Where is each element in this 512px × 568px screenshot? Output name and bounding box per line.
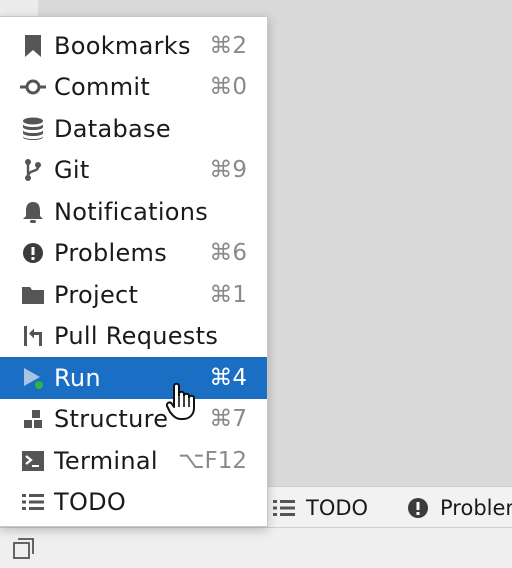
problems-tool-button[interactable]: Problen (406, 496, 512, 520)
bookmark-icon (20, 33, 46, 59)
problems-icon (406, 496, 430, 520)
menu-item-label: Pull Requests (54, 322, 219, 351)
menu-item-label: Notifications (54, 197, 209, 226)
problems-tool-label: Problen (440, 496, 512, 520)
pull-request-icon (20, 323, 46, 349)
hand-pointer-cursor-icon (165, 381, 199, 421)
menu-item-label: Project (54, 280, 139, 309)
problems-icon (20, 240, 46, 266)
todo-list-icon (272, 496, 296, 520)
menu-item-label: Problems (54, 239, 168, 268)
menu-item-pull-requests[interactable]: Pull Requests (0, 316, 267, 358)
structure-icon (20, 406, 46, 432)
commit-icon (20, 74, 46, 100)
menu-item-structure[interactable]: Structure ⌘7 (0, 399, 267, 441)
menu-item-label: Bookmarks (54, 31, 191, 60)
status-bar (0, 528, 512, 568)
terminal-icon (20, 448, 46, 474)
menu-item-label: Terminal (54, 446, 158, 475)
menu-item-label: Database (54, 114, 171, 143)
bell-icon (20, 199, 46, 225)
menu-item-bookmarks[interactable]: Bookmarks ⌘2 (0, 25, 267, 67)
git-branch-icon (20, 157, 46, 183)
menu-item-shortcut: ⌘7 (209, 406, 247, 433)
tool-windows-toggle-icon[interactable] (12, 536, 36, 560)
menu-item-label: TODO (54, 488, 127, 517)
menu-item-shortcut: ⌘0 (209, 74, 247, 101)
run-icon (20, 365, 46, 391)
menu-item-terminal[interactable]: Terminal ⌥F12 (0, 440, 267, 482)
menu-item-problems[interactable]: Problems ⌘6 (0, 233, 267, 275)
menu-item-shortcut: ⌥F12 (178, 447, 247, 474)
menu-item-project[interactable]: Project ⌘1 (0, 274, 267, 316)
menu-item-notifications[interactable]: Notifications (0, 191, 267, 233)
database-icon (20, 116, 46, 142)
menu-item-commit[interactable]: Commit ⌘0 (0, 67, 267, 109)
menu-item-shortcut: ⌘1 (209, 281, 247, 308)
menu-item-label: Commit (54, 73, 151, 102)
menu-item-git[interactable]: Git ⌘9 (0, 150, 267, 192)
todo-tool-button[interactable]: TODO (272, 496, 368, 520)
todo-list-icon (20, 489, 46, 515)
menu-item-run[interactable]: Run ⌘4 (0, 357, 267, 399)
folder-icon (20, 282, 46, 308)
menu-item-shortcut: ⌘9 (209, 157, 247, 184)
menu-item-shortcut: ⌘4 (209, 364, 247, 391)
menu-item-shortcut: ⌘2 (209, 32, 247, 59)
menu-item-label: Git (54, 156, 90, 185)
menu-item-shortcut: ⌘6 (209, 240, 247, 267)
todo-tool-label: TODO (306, 496, 369, 520)
tool-windows-popup: Bookmarks ⌘2 Commit ⌘0 Database Git ⌘9 N… (0, 16, 268, 527)
menu-item-database[interactable]: Database (0, 108, 267, 150)
menu-item-todo[interactable]: TODO (0, 482, 267, 524)
